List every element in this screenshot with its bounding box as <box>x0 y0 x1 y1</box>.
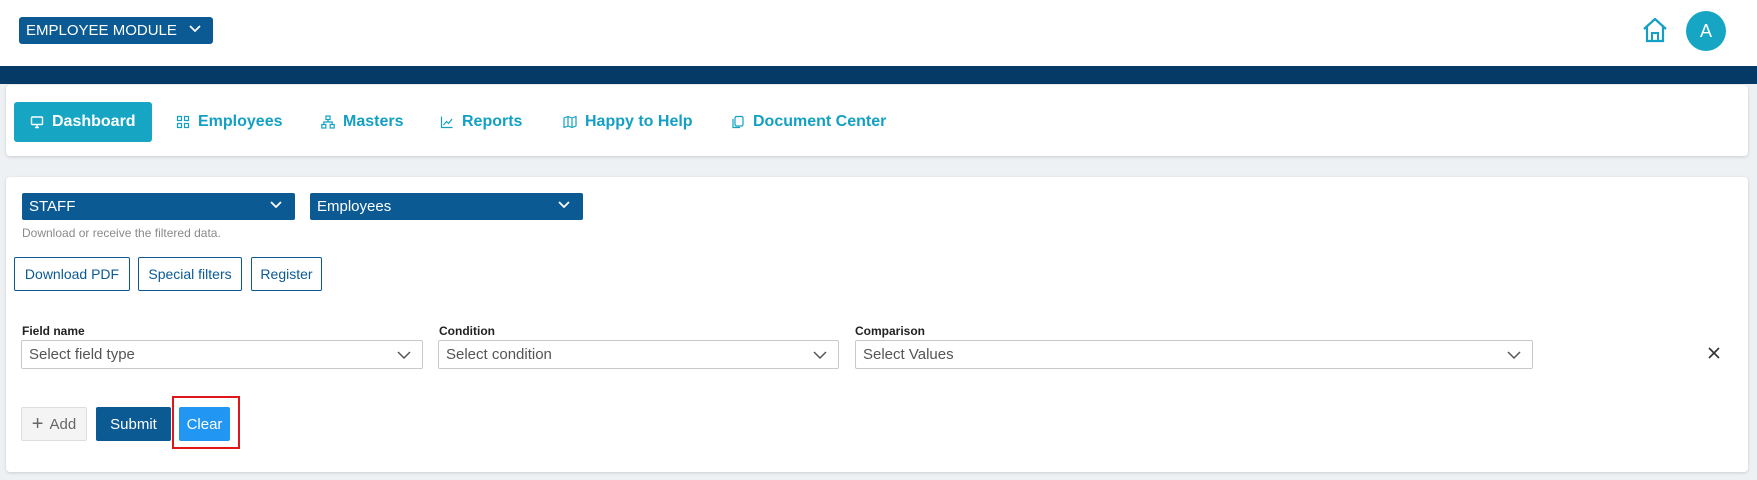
comparison-placeholder: Select Values <box>863 346 954 363</box>
condition-label: Condition <box>439 324 495 338</box>
main-nav: Dashboard Employees Masters Reports Happ… <box>6 85 1748 156</box>
add-criteria-button[interactable]: + Add <box>21 407 87 441</box>
nav-item-label: Reports <box>462 113 523 130</box>
type-select-value: Employees <box>317 198 392 215</box>
nav-item-label: Masters <box>343 113 404 130</box>
field-name-select[interactable]: Select field type <box>21 340 423 369</box>
sitemap-icon <box>321 115 335 129</box>
documents-icon <box>732 115 744 129</box>
plus-icon: + <box>31 413 44 435</box>
map-icon <box>563 115 577 129</box>
nav-item-reports[interactable]: Reports <box>440 102 522 142</box>
category-select-value: STAFF <box>29 198 76 215</box>
download-pdf-button[interactable]: Download PDF <box>14 257 130 291</box>
nav-item-document-center[interactable]: Document Center <box>731 102 886 142</box>
nav-item-label: Employees <box>198 113 283 130</box>
nav-item-employees[interactable]: Employees <box>176 102 282 142</box>
nav-item-happy-to-help[interactable]: Happy to Help <box>563 102 693 142</box>
close-icon <box>1708 347 1720 359</box>
chevron-down-icon <box>812 347 828 367</box>
special-filters-button[interactable]: Special filters <box>138 257 242 291</box>
remove-criteria-button[interactable] <box>1702 341 1726 365</box>
submit-button[interactable]: Submit <box>96 407 171 441</box>
home-icon[interactable] <box>1640 16 1670 44</box>
field-name-placeholder: Select field type <box>29 346 135 363</box>
module-select-label: EMPLOYEE MODULE <box>26 22 177 39</box>
add-button-label: Add <box>49 415 77 433</box>
nav-item-masters[interactable]: Masters <box>321 102 403 142</box>
monitor-icon <box>30 116 44 129</box>
field-name-label: Field name <box>22 324 85 338</box>
filter-hint: Download or receive the filtered data. <box>22 226 221 240</box>
nav-item-dashboard[interactable]: Dashboard <box>14 102 152 142</box>
module-select[interactable]: EMPLOYEE MODULE <box>19 17 213 44</box>
register-button[interactable]: Register <box>251 257 322 291</box>
comparison-label: Comparison <box>855 324 926 338</box>
line-chart-icon <box>440 116 453 129</box>
grid-icon <box>176 115 190 129</box>
chevron-down-icon <box>396 347 412 367</box>
top-bar: EMPLOYEE MODULE A <box>0 0 1757 66</box>
chevron-down-icon <box>557 198 571 216</box>
filter-panel: STAFF Employees Download or receive the … <box>6 177 1748 472</box>
chevron-down-icon <box>188 22 202 40</box>
avatar[interactable]: A <box>1686 11 1726 51</box>
nav-item-label: Document Center <box>753 113 887 130</box>
nav-item-label: Happy to Help <box>585 113 693 130</box>
header-band <box>0 66 1757 84</box>
condition-select[interactable]: Select condition <box>438 340 839 369</box>
chevron-down-icon <box>269 198 283 216</box>
avatar-initial: A <box>1699 20 1712 41</box>
category-select[interactable]: STAFF <box>22 193 295 220</box>
type-select[interactable]: Employees <box>310 193 583 220</box>
condition-placeholder: Select condition <box>446 346 552 363</box>
chevron-down-icon <box>1506 347 1522 367</box>
nav-item-label: Dashboard <box>52 113 136 130</box>
clear-button-highlight <box>172 396 240 449</box>
comparison-select[interactable]: Select Values <box>855 340 1533 369</box>
